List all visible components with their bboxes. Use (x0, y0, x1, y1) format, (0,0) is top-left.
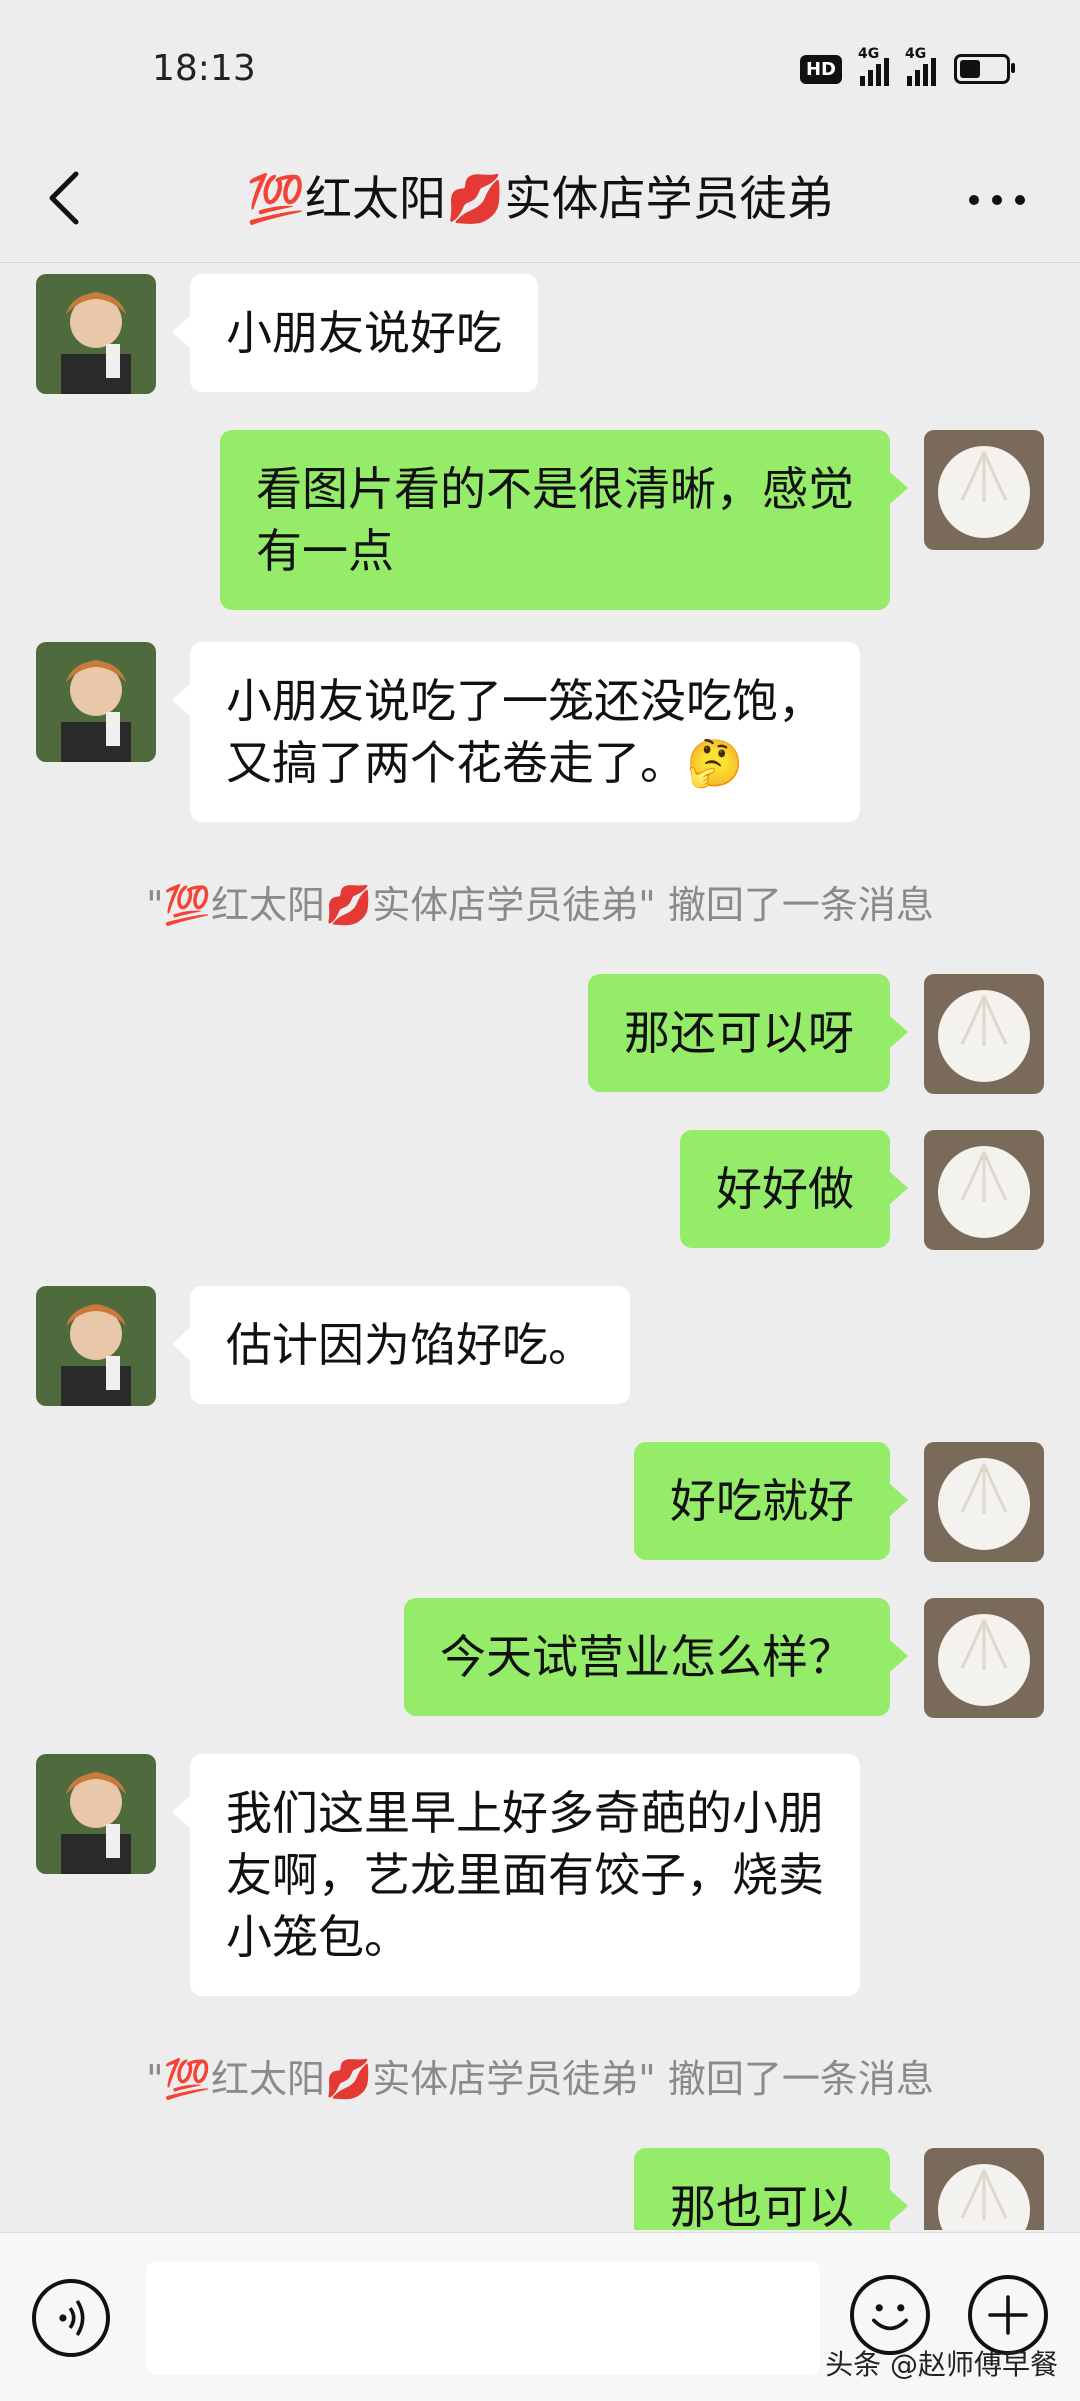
chat-title: 💯红太阳💋实体店学员徒弟 (246, 172, 834, 227)
my-avatar[interactable] (924, 974, 1044, 1094)
message-input[interactable] (146, 2261, 820, 2375)
watermark: 头条 @赵师傅早餐 (825, 2348, 1058, 2381)
incoming-message[interactable]: 估计因为馅好吃。 (172, 1286, 630, 1404)
incoming-message[interactable]: 小朋友说吃了一笼还没吃饱， 又搞了两个花卷走了。🤔 (172, 642, 860, 822)
my-avatar[interactable] (924, 1598, 1044, 1718)
signal-icon: 4G (858, 46, 889, 86)
incoming-message[interactable]: 我们这里早上好多奇葩的小朋 友啊，艺龙里面有饺子，烧卖 小笼包。 (172, 1754, 860, 1996)
input-bar: 头条 @赵师傅早餐 (0, 2232, 1080, 2401)
status-time: 18:13 (152, 48, 256, 89)
contact-avatar[interactable] (36, 274, 156, 394)
incoming-message[interactable]: 小朋友说好吃 (172, 274, 538, 392)
hd-voice-icon: HD (799, 54, 842, 84)
my-avatar[interactable] (924, 430, 1044, 550)
back-arrow-icon[interactable] (34, 158, 104, 238)
outgoing-message[interactable]: 那还可以呀 (588, 974, 908, 1092)
battery-icon (954, 54, 1015, 84)
message-list[interactable]: 小朋友说好吃 看图片看的不是很清晰，感觉 有一点 小朋友说吃了一笼还没吃饱， 又… (0, 262, 1080, 2230)
outgoing-message[interactable]: 那也可以 (634, 2148, 908, 2230)
outgoing-message[interactable]: 好吃就好 (634, 1442, 908, 1560)
contact-avatar[interactable] (36, 642, 156, 762)
voice-input-icon[interactable] (32, 2279, 110, 2357)
outgoing-message[interactable]: 看图片看的不是很清晰，感觉 有一点 (220, 430, 908, 610)
recall-notice: "💯红太阳💋实体店学员徒弟" 撤回了一条消息 (146, 2057, 934, 2101)
chat-header: 💯红太阳💋实体店学员徒弟 (0, 140, 1080, 263)
signal-icon-2: 4G (905, 46, 936, 86)
status-bar: 18:13 HD 4G 4G (0, 0, 1080, 140)
contact-avatar[interactable] (36, 1754, 156, 1874)
my-avatar[interactable] (924, 2148, 1044, 2230)
outgoing-message[interactable]: 好好做 (680, 1130, 908, 1248)
outgoing-message[interactable]: 今天试营业怎么样？ (404, 1598, 908, 1716)
my-avatar[interactable] (924, 1130, 1044, 1250)
my-avatar[interactable] (924, 1442, 1044, 1562)
more-options-icon[interactable] (962, 170, 1032, 230)
recall-notice: "💯红太阳💋实体店学员徒弟" 撤回了一条消息 (146, 883, 934, 927)
status-icons: HD 4G 4G (799, 46, 1015, 86)
contact-avatar[interactable] (36, 1286, 156, 1406)
